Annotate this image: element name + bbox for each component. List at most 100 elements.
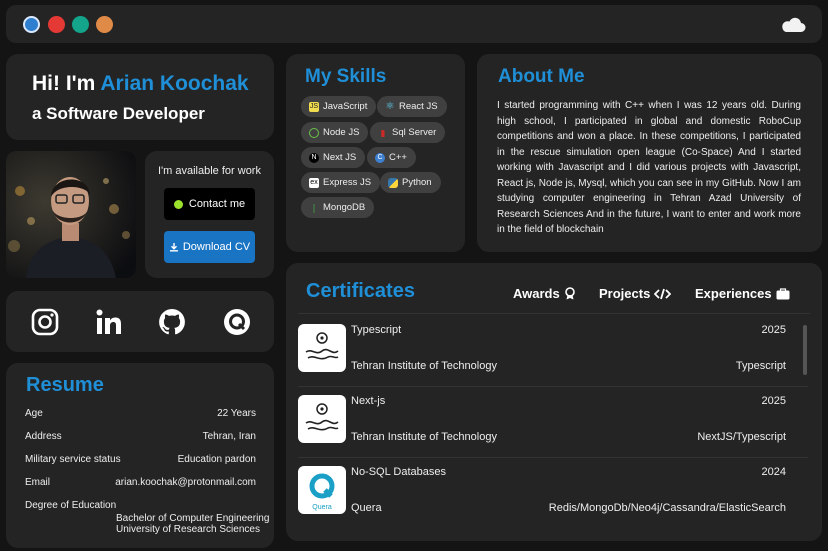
hero-role: a Software Developer <box>32 104 205 123</box>
resume-key: Age <box>25 408 43 419</box>
certificate-year: 2025 <box>761 395 786 407</box>
tab-projects-label: Projects <box>599 286 651 301</box>
resume-education-value: Bachelor of Computer Engineering Univers… <box>116 513 269 535</box>
certificate-tags: NextJS/Typescript <box>697 431 786 443</box>
window-dot-green[interactable] <box>72 16 89 33</box>
skill-label: JavaScript <box>323 101 368 112</box>
skill-chip-python: Python <box>380 172 441 193</box>
contact-button[interactable]: Contact me <box>164 188 255 220</box>
profile-photo <box>6 151 136 278</box>
resume-key: Email <box>25 477 51 488</box>
window-top-bar <box>6 5 822 43</box>
availability-card: I'm available for work Contact me Downlo… <box>145 151 274 278</box>
react-icon: ⚛ <box>385 100 395 112</box>
instagram-icon[interactable] <box>30 307 60 337</box>
quera-logo: Quera <box>298 466 346 514</box>
download-cv-button[interactable]: Download CV <box>164 231 255 263</box>
certificate-item[interactable]: Next-js 2025 Tehran Institute of Technol… <box>298 395 808 465</box>
certificate-year: 2025 <box>761 324 786 336</box>
certificates-scrollbar[interactable] <box>803 325 807 375</box>
skill-label: Python <box>402 177 432 188</box>
skill-chip-sql-server: ▮ Sql Server <box>370 122 446 143</box>
linkedin-icon[interactable] <box>94 307 124 337</box>
skill-chip-express: ex Express JS <box>301 172 381 193</box>
resume-value: Tehran, Iran <box>202 431 256 442</box>
skills-card: My Skills JS JavaScript ⚛ React JS Node … <box>286 54 465 252</box>
skill-label: React JS <box>399 101 438 112</box>
tab-experiences-label: Experiences <box>695 286 772 301</box>
institute-logo <box>298 395 346 443</box>
resume-value: 22 Years <box>217 408 256 419</box>
resume-card: Resume Age 22 Years Address Tehran, Iran… <box>6 363 274 548</box>
certificate-institute: Tehran Institute of Technology <box>351 360 497 372</box>
hero-greeting: Hi! I'm Arian Koochak <box>32 72 249 96</box>
resume-key: Military service status <box>25 454 121 465</box>
skill-label: Next JS <box>323 152 357 163</box>
certificates-title[interactable]: Certificates <box>306 280 415 303</box>
row-divider <box>298 386 808 387</box>
resume-value: Education pardon <box>177 454 256 465</box>
certificate-institute: Tehran Institute of Technology <box>351 431 497 443</box>
resume-title: Resume <box>26 374 104 396</box>
hero-name: Arian Koochak <box>100 72 249 95</box>
sql-server-icon: ▮ <box>380 127 386 138</box>
tab-awards[interactable]: Awards <box>513 286 576 301</box>
quera-logo-text: Quera <box>312 504 332 511</box>
skill-chip-cpp: C C++ <box>367 147 416 168</box>
tabs-divider <box>298 313 810 314</box>
skill-label: Sql Server <box>392 127 437 138</box>
github-icon[interactable] <box>157 307 187 337</box>
skill-label: Node JS <box>323 127 360 138</box>
quera-icon[interactable] <box>222 307 252 337</box>
row-divider <box>298 457 808 458</box>
resume-key: Degree of Education <box>25 500 117 511</box>
certificate-item[interactable]: Quera No-SQL Databases 2024 Quera Redis/… <box>298 466 808 536</box>
cpp-icon: C <box>375 152 385 163</box>
certificate-title: Typescript <box>351 324 402 336</box>
tab-projects[interactable]: Projects <box>599 286 672 301</box>
about-text: I started programming with C++ when I wa… <box>497 100 801 235</box>
education-university: University of Research Sciences <box>116 524 260 535</box>
nextjs-icon: N <box>309 152 319 163</box>
resume-key: Address <box>25 431 62 442</box>
cloud-icon[interactable] <box>780 14 806 34</box>
online-indicator-icon <box>173 199 183 209</box>
certificate-tags: Redis/MongoDb/Neo4j/Cassandra/ElasticSea… <box>548 502 786 514</box>
contact-button-label: Contact me <box>188 198 246 210</box>
mongodb-icon: ❘ <box>310 202 318 213</box>
about-card: About Me I started programming with C++ … <box>477 54 822 252</box>
hero-greeting-text: Hi! I'm <box>32 72 96 95</box>
availability-message: I'm available for work <box>158 165 261 177</box>
download-icon <box>169 243 178 252</box>
certificate-institute: Quera <box>351 502 382 514</box>
education-degree: Bachelor of Computer Engineering <box>116 513 270 524</box>
institute-logo <box>298 324 346 372</box>
nodejs-icon <box>309 127 319 138</box>
skill-chip-javascript: JS JavaScript <box>301 96 377 117</box>
certificates-card: Certificates Awards Projects Experiences… <box>286 263 822 541</box>
skill-label: MongoDB <box>323 202 366 213</box>
skill-chip-node: Node JS <box>301 122 369 143</box>
python-icon <box>388 177 398 188</box>
window-dot-blue[interactable] <box>23 16 40 33</box>
javascript-icon: JS <box>309 101 319 112</box>
social-links-card <box>6 291 274 352</box>
window-dot-red[interactable] <box>48 16 65 33</box>
briefcase-icon <box>776 287 790 299</box>
hero-card: Hi! I'm Arian Koochak a Software Develop… <box>6 54 274 140</box>
download-cv-label: Download CV <box>182 241 251 253</box>
certificate-year: 2024 <box>761 466 786 478</box>
tab-awards-label: Awards <box>513 286 560 301</box>
certificate-tags: Typescript <box>735 360 786 372</box>
skill-label: Express JS <box>323 177 372 188</box>
resume-email-value[interactable]: arian.koochak@protonmail.com <box>115 477 256 488</box>
skill-chip-next: N Next JS <box>301 147 366 168</box>
certificate-title: No-SQL Databases <box>351 466 446 478</box>
tab-experiences[interactable]: Experiences <box>695 286 790 301</box>
express-icon: ex <box>309 177 319 188</box>
about-title: About Me <box>498 66 585 87</box>
skill-label: C++ <box>389 152 407 163</box>
certificate-item[interactable]: Typescript 2025 Tehran Institute of Tech… <box>298 324 808 394</box>
window-dot-orange[interactable] <box>96 16 113 33</box>
skill-chip-react: ⚛ React JS <box>377 96 447 117</box>
